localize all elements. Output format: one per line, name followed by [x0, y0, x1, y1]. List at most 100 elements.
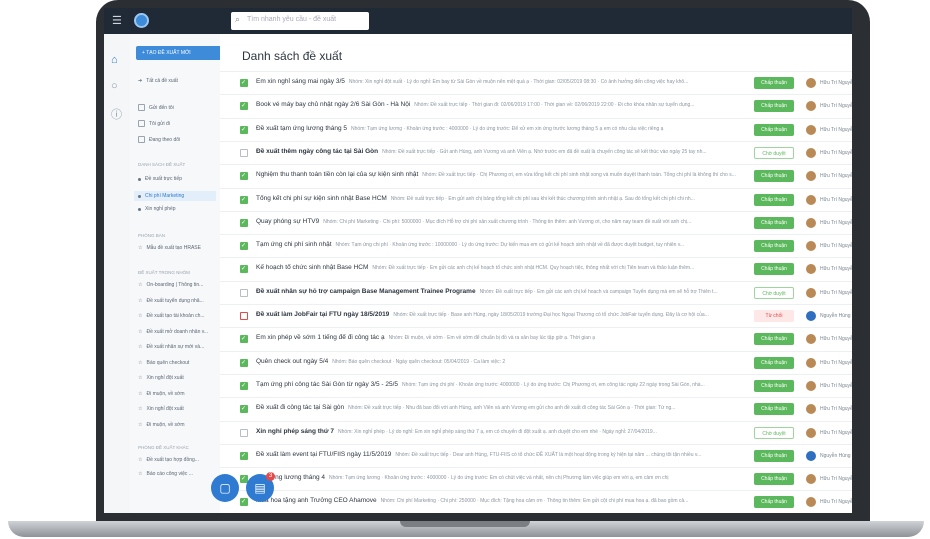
- sidebar-item-label: Mẫu đề xuất tạo HRASE: [146, 245, 201, 251]
- sidebar-item[interactable]: Tôi gửi đi: [138, 120, 170, 127]
- request-title[interactable]: Đề xuất đi công tác tại Sài gòn: [256, 404, 344, 411]
- new-request-button[interactable]: + TẠO ĐỀ XUẤT MỚI: [136, 46, 220, 60]
- sidebar-item[interactable]: ☆ On-boarding | Thông tin...: [138, 282, 203, 288]
- row-checkbox[interactable]: [240, 451, 248, 460]
- avatar: [806, 450, 816, 461]
- request-title[interactable]: Xin nghỉ phép sáng thứ 7: [256, 428, 334, 435]
- list-item[interactable]: Đề xuất làm JobFair tại FTU ngày 18/5/20…: [220, 304, 852, 329]
- request-title[interactable]: Tổng kết chi phí sự kiện sinh nhật Base …: [256, 195, 387, 202]
- list-item[interactable]: Quên check out ngày 5/4 Nhóm: Báo quên ch…: [220, 350, 852, 376]
- request-title[interactable]: Đề xuất nhân sự hỗ trợ campaign Base Man…: [256, 288, 476, 295]
- sidebar-item[interactable]: Đang theo dõi: [138, 136, 180, 143]
- sidebar-item-label: On-boarding | Thông tin...: [146, 282, 204, 288]
- user-name: Hữu Trí Nguyễn: [820, 266, 852, 273]
- sidebar-item[interactable]: ☆ Đề xuất tuyển dụng nhâ...: [138, 298, 204, 304]
- sidebar-item[interactable]: ☆ Báo quên checkout: [138, 360, 189, 366]
- home-icon[interactable]: ⌂: [111, 54, 118, 66]
- sidebar-item-label: Đi muộn, về sớm: [146, 421, 185, 428]
- row-checkbox[interactable]: [240, 288, 248, 297]
- sidebar-item[interactable]: ☆ Đề xuất tạo tài khoản ch...: [138, 313, 205, 319]
- status-badge: Chấp thuận: [754, 263, 794, 276]
- sidebar-item[interactable]: ☆ Xin nghỉ đột xuất: [138, 375, 184, 381]
- chat-button[interactable]: ▢: [211, 474, 239, 502]
- search-icon[interactable]: ○: [111, 80, 118, 92]
- request-title[interactable]: Đề xuất tạm ứng lương tháng 5: [256, 125, 347, 132]
- list-item[interactable]: Mua hoa tặng anh Trưởng CEO AhamoveNhóm:…: [220, 490, 852, 513]
- row-checkbox[interactable]: [240, 79, 248, 87]
- menu-icon[interactable]: ☰: [112, 14, 122, 27]
- sidebar-item[interactable]: Chi phí Marketing: [134, 191, 216, 201]
- row-checkbox[interactable]: [240, 498, 248, 507]
- row-checkbox[interactable]: [240, 195, 248, 204]
- request-title[interactable]: Em xin nghỉ sáng mai ngày 3/5: [256, 78, 345, 85]
- row-checkbox[interactable]: [240, 381, 248, 390]
- search-input[interactable]: ⌕ Tìm nhanh yêu cầu - đề xuất: [231, 12, 369, 30]
- row-checkbox[interactable]: [240, 428, 248, 437]
- row-checkbox[interactable]: [240, 242, 248, 251]
- sidebar-item[interactable]: ☆ Báo cáo công việc ...: [138, 471, 193, 477]
- list-item[interactable]: Tạm ứng chi phí sinh nhậtNhóm: Tạm ứng c…: [220, 234, 852, 259]
- app-logo[interactable]: [134, 13, 149, 28]
- request-title[interactable]: Em xin phép về sớm 1 tiếng để đi công tá…: [256, 334, 385, 341]
- info-icon[interactable]: ⓘ: [111, 106, 122, 122]
- user-name: Hữu Trí Nguyễn: [820, 476, 852, 483]
- row-checkbox[interactable]: [240, 265, 248, 274]
- list-item[interactable]: Tổng kết chi phí sự kiện sinh nhật Base …: [220, 187, 852, 213]
- sidebar-item[interactable]: ➔ Tất cả đề xuất: [138, 78, 178, 84]
- request-title[interactable]: Quay phóng sự HTV9: [256, 218, 319, 225]
- row-checkbox[interactable]: [240, 148, 248, 157]
- list-item[interactable]: Nghiệm thu thanh toán tiền còn lại của s…: [220, 164, 852, 189]
- list-item[interactable]: Đề xuất nhân sự hỗ trợ campaign Base Man…: [220, 280, 852, 306]
- sidebar-item[interactable]: ☆ Đi muộn, về sớm: [138, 422, 185, 428]
- request-title[interactable]: Book vé máy bay chủ nhật ngày 2/6 Sài Gò…: [256, 101, 410, 108]
- row-checkbox[interactable]: [240, 358, 248, 367]
- sidebar-item[interactable]: Đề xuất trực tiếp: [138, 176, 182, 182]
- row-checkbox[interactable]: [240, 172, 248, 181]
- list-item[interactable]: Xin nghỉ phép sáng thứ 7 Nhóm: Xin nghỉ p…: [220, 420, 852, 446]
- list-item[interactable]: Kế hoạch tổ chức sinh nhật Base HCM Nhóm:…: [220, 257, 852, 282]
- request-meta: Nhóm: Đề xuất trực tiếp · Dear anh Hùng,…: [395, 451, 702, 458]
- bullet-icon: [138, 177, 141, 181]
- sidebar-item[interactable]: ☆ Đề xuất mở doanh nhân v...: [138, 329, 208, 335]
- list-item[interactable]: Tạm ứng lương tháng 4Nhóm: Tạm ứng lương…: [220, 467, 852, 492]
- request-title[interactable]: Tạm ứng chi phí sinh nhật: [256, 241, 332, 248]
- row-checkbox[interactable]: [240, 218, 248, 227]
- avatar: [806, 241, 816, 252]
- row-text: Kế hoạch tổ chức sinh nhật Base HCM Nhóm:…: [256, 264, 744, 271]
- user-name: Hữu Trí Nguyễn: [820, 219, 852, 226]
- row-checkbox[interactable]: [240, 312, 248, 320]
- list-item[interactable]: Đề xuất tạm ứng lương tháng 5 Nhóm: Tạm ứ…: [220, 117, 852, 143]
- request-title[interactable]: Mua hoa tặng anh Trưởng CEO Ahamove: [256, 497, 377, 504]
- list-item[interactable]: Tạm ứng phí công tác Sài Gòn từ ngày 3/5…: [220, 373, 852, 399]
- list-item[interactable]: Đề xuất thêm ngày công tác tại Sài Gòn Nh…: [220, 140, 852, 166]
- list-item[interactable]: Đề xuất đi công tác tại Sài gòn Nhóm: Đề …: [220, 397, 852, 422]
- row-checkbox[interactable]: [240, 335, 248, 344]
- row-checkbox[interactable]: [240, 102, 248, 111]
- request-title[interactable]: Đề xuất thêm ngày công tác tại Sài Gòn: [256, 148, 378, 155]
- request-title[interactable]: Quên check out ngày 5/4: [256, 358, 328, 365]
- sidebar-item[interactable]: Gửi đến tôi: [138, 104, 174, 111]
- user-name: Hữu Trí Nguyễn: [820, 149, 852, 156]
- list-item[interactable]: Book vé máy bay chủ nhật ngày 2/6 Sài Gò…: [220, 94, 852, 119]
- request-title[interactable]: Nghiệm thu thanh toán tiền còn lại của s…: [256, 171, 418, 178]
- sidebar-item[interactable]: ☆ Đề xuất tạo hợp đồng...: [138, 457, 199, 463]
- list-item[interactable]: Quay phóng sự HTV9 Nhóm: Chi phí Marketin…: [220, 210, 852, 236]
- request-title[interactable]: Tạm ứng phí công tác Sài Gòn từ ngày 3/5…: [256, 381, 398, 388]
- star-icon: ☆: [138, 421, 143, 428]
- row-text: Nghiệm thu thanh toán tiền còn lại của s…: [256, 171, 744, 178]
- row-checkbox[interactable]: [240, 125, 248, 134]
- list-item[interactable]: Em xin phép về sớm 1 tiếng để đi công tá…: [220, 327, 852, 352]
- sidebar-item[interactable]: ☆ Đề xuất nhân sự mới và...: [138, 344, 204, 350]
- sidebar-item[interactable]: ☆ Xin nghỉ đột xuất: [138, 406, 184, 412]
- row-text: Tạm ứng lương tháng 4 Nhóm: Tạm ứng lương…: [256, 474, 744, 481]
- sidebar-item[interactable]: ☆ Đi muộn, về sớm: [138, 391, 185, 397]
- request-title[interactable]: Đề xuất làm event tại FTU/FIIS ngày 11/5…: [256, 451, 391, 458]
- list-item[interactable]: Đề xuất làm event tại FTU/FIIS ngày 11/5…: [220, 443, 852, 469]
- row-checkbox[interactable]: [240, 405, 248, 414]
- sidebar-item[interactable]: ☆ Mẫu đề xuất tạo HRASE: [138, 245, 201, 251]
- list-item[interactable]: Em xin nghỉ sáng mai ngày 3/5Nhóm: Xin n…: [220, 71, 852, 96]
- avatar: [806, 334, 816, 345]
- request-title[interactable]: Đề xuất làm JobFair tại FTU ngày 18/5/20…: [256, 311, 389, 318]
- request-title[interactable]: Kế hoạch tổ chức sinh nhật Base HCM: [256, 264, 368, 271]
- sidebar-item[interactable]: Xin nghỉ phép: [138, 206, 176, 212]
